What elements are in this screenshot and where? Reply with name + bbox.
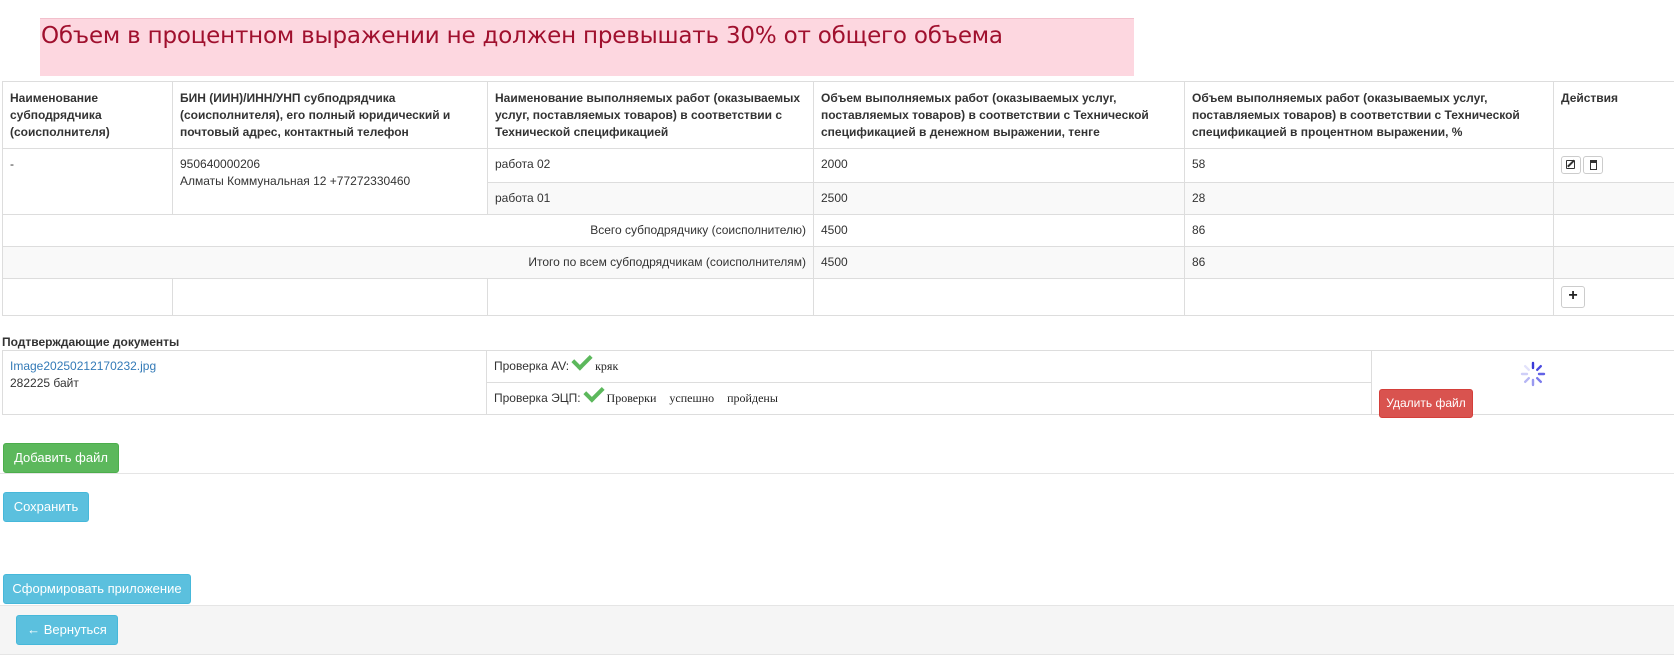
percent-warning-alert: Объем в процентном выражении не должен п… bbox=[40, 18, 1134, 76]
work-amount: 2000 bbox=[813, 148, 1185, 183]
sig-label: Проверка ЭЦП: bbox=[494, 391, 581, 405]
subtotal-percent: 86 bbox=[1184, 214, 1554, 247]
footer-bar bbox=[0, 605, 1674, 655]
delete-file-button[interactable]: Удалить файл bbox=[1379, 389, 1473, 418]
signature-check: Проверка ЭЦП: Проверки успешно пройдены bbox=[486, 381, 1372, 415]
add-file-button[interactable]: Добавить файл bbox=[3, 443, 119, 473]
av-check: Проверка AV: кряк bbox=[486, 349, 1372, 383]
work-name: работа 01 bbox=[487, 182, 814, 215]
row-actions-empty bbox=[1553, 182, 1674, 215]
divider bbox=[0, 473, 1674, 474]
add-row-button[interactable]: + bbox=[1561, 286, 1585, 308]
subtotal-label: Всего субподрядчику (соисполнителю) bbox=[2, 214, 814, 247]
file-link[interactable]: Image20250212170232.jpg bbox=[10, 358, 479, 375]
subcontractor-address: Алматы Коммунальная 12 +77272330460 bbox=[180, 174, 411, 188]
total-row: Итого по всем субподрядчикам (соисполнит… bbox=[2, 246, 1674, 279]
header-work: Наименование выполняемых работ (оказывае… bbox=[487, 81, 814, 149]
edit-icon bbox=[1566, 160, 1575, 169]
subtotal-amount: 4500 bbox=[813, 214, 1185, 247]
edit-button[interactable] bbox=[1561, 156, 1581, 174]
header-percent: Объем выполняемых работ (оказываемых усл… bbox=[1184, 81, 1554, 149]
work-percent: 28 bbox=[1184, 182, 1554, 215]
file-cell: Image20250212170232.jpg 282225 байт bbox=[2, 350, 487, 415]
save-button[interactable]: Сохранить bbox=[3, 492, 89, 522]
plus-icon: + bbox=[1568, 287, 1578, 304]
subcontractor-info: 950640000206 Алматы Коммунальная 12 +772… bbox=[172, 148, 488, 215]
row-actions bbox=[1553, 148, 1674, 183]
trash-icon bbox=[1590, 160, 1597, 170]
check-icon bbox=[582, 381, 605, 403]
subcontractor-name: - bbox=[2, 148, 173, 215]
work-percent: 58 bbox=[1184, 148, 1554, 183]
delete-button[interactable] bbox=[1583, 156, 1603, 174]
total-percent: 86 bbox=[1184, 246, 1554, 279]
work-amount: 2500 bbox=[813, 182, 1185, 215]
header-actions: Действия bbox=[1553, 81, 1674, 149]
subcontractors-table: Наименование субподрядчика (соисполнител… bbox=[2, 81, 1674, 316]
av-label: Проверка AV: bbox=[494, 359, 570, 373]
table-header-row: Наименование субподрядчика (соисполнител… bbox=[2, 81, 1674, 149]
total-amount: 4500 bbox=[813, 246, 1185, 279]
document-row: Image20250212170232.jpg 282225 байт Пров… bbox=[2, 349, 1674, 415]
header-bin: БИН (ИИН)/ИНН/УНП субподрядчика (соиспол… bbox=[172, 81, 488, 149]
alert-text: Объем в процентном выражении не должен п… bbox=[41, 23, 1003, 49]
file-size: 282225 байт bbox=[10, 376, 79, 390]
generate-appendix-button[interactable]: Сформировать приложение bbox=[3, 574, 191, 604]
work-name: работа 02 bbox=[487, 148, 814, 183]
subcontractor-bin: 950640000206 bbox=[180, 157, 261, 171]
header-amount: Объем выполняемых работ (оказываемых усл… bbox=[813, 81, 1185, 149]
table-row: - 950640000206 Алматы Коммунальная 12 +7… bbox=[2, 148, 1674, 215]
add-row: + bbox=[2, 278, 1674, 316]
total-label: Итого по всем субподрядчикам (соисполнит… bbox=[2, 246, 814, 279]
subtotal-row: Всего субподрядчику (соисполнителю) 4500… bbox=[2, 214, 1674, 247]
check-icon bbox=[571, 349, 593, 371]
av-result: кряк bbox=[595, 359, 619, 373]
sig-result: Проверки успешно пройдены bbox=[606, 391, 778, 405]
header-name: Наименование субподрядчика (соисполнител… bbox=[2, 81, 173, 149]
loading-spinner-icon bbox=[1520, 361, 1546, 387]
back-button[interactable]: ← Вернуться bbox=[16, 615, 118, 645]
docs-title: Подтверждающие документы bbox=[2, 335, 180, 349]
